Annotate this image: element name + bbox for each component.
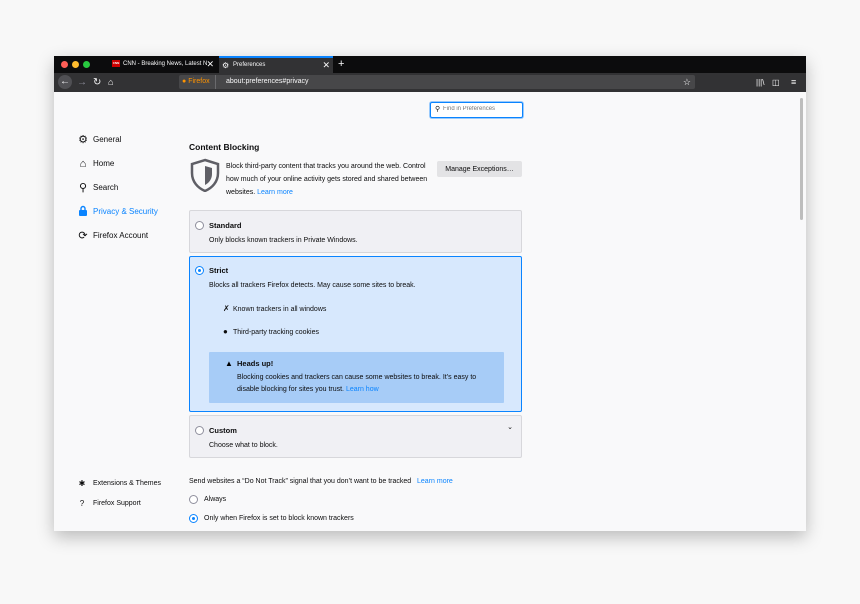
scrollbar[interactable] — [800, 98, 803, 220]
tab-cnn[interactable]: CNN CNN - Breaking News, Latest N ✕ — [109, 56, 217, 73]
sidebar-toggle-icon[interactable]: ◫ — [772, 73, 780, 92]
option-title: Custom — [209, 426, 237, 435]
browser-window: CNN CNN - Breaking News, Latest N ✕ ⚙ Pr… — [54, 56, 806, 531]
dnt-learn-more-link[interactable]: Learn more — [417, 478, 453, 485]
standard-option[interactable]: Standard Only blocks known trackers in P… — [189, 210, 522, 253]
url-bar[interactable]: ● Firefox about:preferences#privacy ☆ — [179, 75, 695, 89]
new-tab-button[interactable]: + — [338, 56, 344, 73]
option-label: Always — [204, 496, 227, 503]
cookie-icon: ● — [223, 327, 228, 336]
search-icon: ⚲ — [78, 182, 88, 194]
standard-radio[interactable] — [195, 221, 204, 230]
learn-how-link[interactable]: Learn how — [346, 386, 379, 393]
sidebar-footer-label: Firefox Support — [93, 500, 141, 507]
cnn-favicon-icon: CNN — [112, 60, 120, 67]
custom-radio[interactable] — [195, 426, 204, 435]
gear-icon: ⚙ — [78, 134, 88, 146]
warning-title: Heads up! — [237, 359, 274, 368]
option-label: Only when Firefox is set to block known … — [204, 515, 354, 522]
dnt-known-trackers-radio[interactable] — [189, 514, 198, 523]
library-icon[interactable]: |||\ — [756, 73, 764, 92]
option-title: Standard — [209, 221, 242, 230]
sidebar-item-label: Home — [93, 159, 115, 168]
do-not-track-label: Send websites a “Do Not Track” signal th… — [189, 478, 453, 485]
back-button[interactable]: ← — [58, 75, 72, 89]
strict-option[interactable]: Strict Blocks all trackers Firefox detec… — [189, 256, 522, 412]
dnt-always-radio[interactable] — [189, 495, 198, 504]
identity-box[interactable]: ● Firefox — [182, 75, 216, 89]
close-tab-icon[interactable]: ✕ — [206, 56, 214, 73]
home-button[interactable]: ⌂ — [108, 73, 113, 92]
sidebar-item-label: Privacy & Security — [93, 207, 158, 216]
feature-trackers: ✗ Known trackers in all windows — [223, 304, 326, 313]
custom-option[interactable]: Custom ⌄ Choose what to block. — [189, 415, 522, 458]
minimize-window-button[interactable] — [72, 61, 79, 68]
option-desc: Blocks all trackers Firefox detects. May… — [209, 282, 416, 289]
bookmark-star-icon[interactable]: ☆ — [683, 75, 691, 89]
preferences-content: ⚲ ⚙ General ⌂ Home ⚲ Search Privacy & Se… — [54, 92, 806, 531]
forward-button[interactable]: → — [77, 73, 87, 92]
sidebar-item-label: Firefox Account — [93, 231, 149, 240]
tab-preferences[interactable]: ⚙ Preferences ✕ — [219, 56, 333, 73]
close-window-button[interactable] — [61, 61, 68, 68]
content-blocking-description: Block third-party content that tracks yo… — [226, 160, 436, 199]
learn-more-link[interactable]: Learn more — [257, 189, 293, 196]
zoom-window-button[interactable] — [83, 61, 90, 68]
sidebar-item-label: General — [93, 135, 122, 144]
feature-label: Third-party tracking cookies — [233, 329, 319, 336]
sync-icon: ⟳ — [78, 230, 88, 242]
identity-label: Firefox — [188, 78, 210, 85]
shield-icon — [190, 158, 220, 192]
dnt-text: Send websites a “Do Not Track” signal th… — [189, 478, 412, 485]
strict-radio[interactable] — [195, 266, 204, 275]
puzzle-icon: ✱ — [78, 479, 86, 488]
url-text[interactable]: about:preferences#privacy — [226, 75, 309, 89]
warning-text: Blocking cookies and trackers can cause … — [237, 372, 497, 396]
section-title: Content Blocking — [189, 142, 260, 152]
sidebar-footer-label: Extensions & Themes — [93, 480, 161, 487]
reload-button[interactable]: ↻ — [93, 73, 101, 92]
search-icon: ⚲ — [435, 106, 441, 113]
gear-icon: ⚙ — [222, 61, 230, 70]
option-title: Strict — [209, 266, 229, 275]
warning-box: ▲ Heads up! Blocking cookies and tracker… — [209, 352, 504, 403]
navigation-toolbar: ← → ↻ ⌂ ● Firefox about:preferences#priv… — [54, 73, 806, 92]
menu-icon[interactable]: ≡ — [791, 73, 796, 92]
option-desc: Only blocks known trackers in Private Wi… — [209, 237, 358, 244]
home-icon: ⌂ — [79, 158, 87, 170]
feature-label: Known trackers in all windows — [233, 306, 327, 313]
tab-strip: CNN CNN - Breaking News, Latest N ✕ ⚙ Pr… — [54, 56, 806, 73]
feature-cookies: ● Third-party tracking cookies — [223, 327, 319, 336]
warning-icon: ▲ — [225, 359, 233, 368]
chevron-down-icon[interactable]: ⌄ — [507, 423, 513, 431]
find-in-preferences[interactable]: ⚲ — [430, 102, 523, 118]
option-desc: Choose what to block. — [209, 442, 278, 449]
manage-exceptions-button[interactable]: Manage Exceptions… — [437, 161, 522, 177]
search-input[interactable] — [443, 104, 519, 114]
tracker-icon: ✗ — [223, 304, 230, 313]
close-tab-icon[interactable]: ✕ — [322, 58, 330, 73]
lock-icon — [76, 205, 90, 219]
help-icon: ? — [79, 499, 85, 508]
sidebar-item-label: Search — [93, 183, 119, 192]
tab-title: CNN - Breaking News, Latest N — [123, 61, 207, 67]
